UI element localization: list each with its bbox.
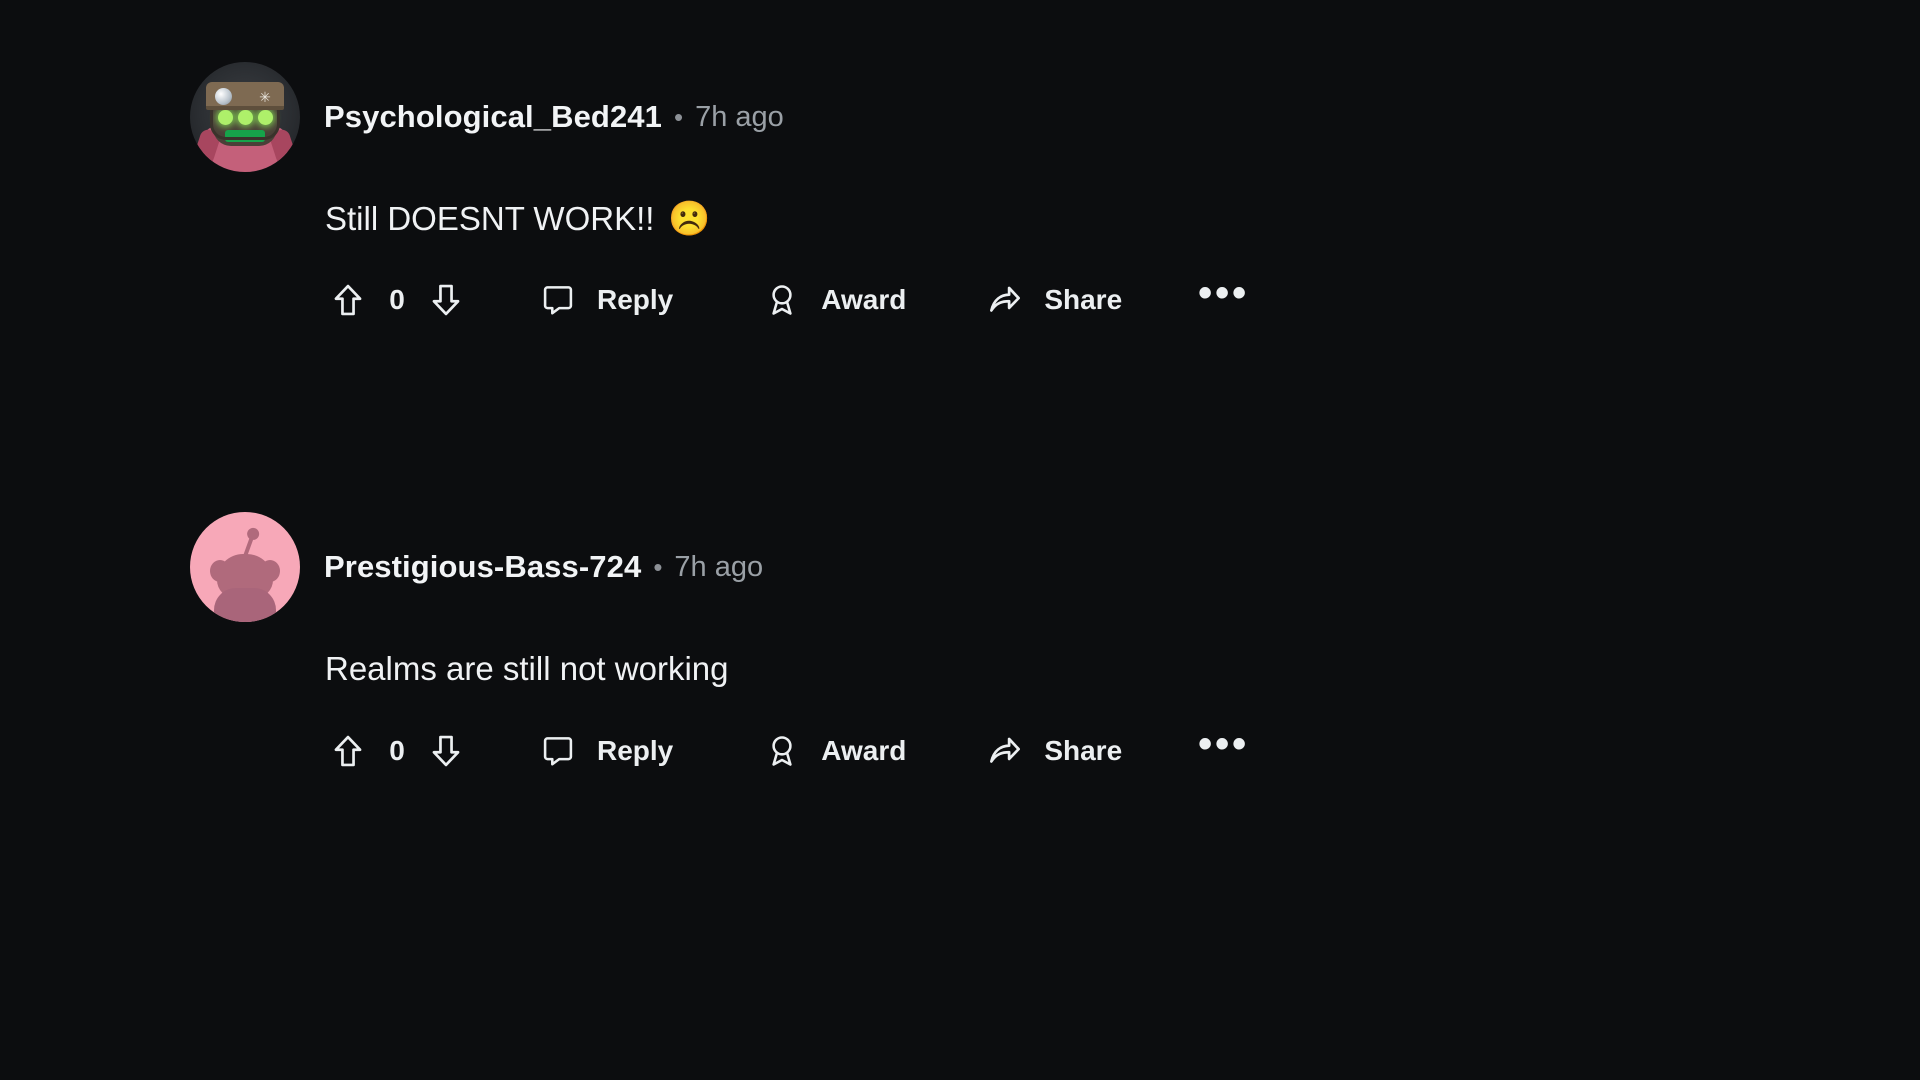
comment-body: Realms are still not working <box>325 648 1860 689</box>
comment-meta: Prestigious-Bass-724 • 7h ago <box>324 549 763 585</box>
comment-item: ✳ Psychological_Bed241 • 7h ago Still DO… <box>0 62 1920 327</box>
vote-group: 0 <box>325 277 469 323</box>
comment-bubble-icon <box>535 277 581 323</box>
avatar[interactable]: ✳ <box>190 62 300 172</box>
upvote-arrow-icon[interactable] <box>325 277 371 323</box>
share-button[interactable]: Share <box>982 724 1122 778</box>
award-rosette-icon <box>759 277 805 323</box>
reply-label: Reply <box>597 284 674 316</box>
comment-meta: Psychological_Bed241 • 7h ago <box>324 99 784 135</box>
comment-thread: ✳ Psychological_Bed241 • 7h ago Still DO… <box>0 0 1920 1080</box>
comment-body: Still DOESNT WORK!! ☹️ <box>325 198 1860 239</box>
more-options-button[interactable]: ••• <box>1198 273 1249 327</box>
avatar[interactable] <box>190 512 300 623</box>
share-button[interactable]: Share <box>982 273 1122 327</box>
downvote-arrow-icon[interactable] <box>423 728 469 774</box>
comment-actions: 0 Reply Award Share ••• <box>325 273 1860 327</box>
avatar-helmet-strap <box>210 106 280 140</box>
share-arrow-icon <box>982 277 1028 323</box>
vote-group: 0 <box>325 728 469 774</box>
more-options-button[interactable]: ••• <box>1198 724 1249 778</box>
comment-timestamp[interactable]: 7h ago <box>695 101 784 134</box>
reply-button[interactable]: Reply <box>535 724 673 778</box>
downvote-arrow-icon[interactable] <box>423 277 469 323</box>
award-button[interactable]: Award <box>759 273 906 327</box>
reply-label: Reply <box>597 734 674 766</box>
avatar-helmet-badge-icon: ✳ <box>259 89 271 105</box>
comment-header: ✳ Psychological_Bed241 • 7h ago <box>190 62 1860 172</box>
award-label: Award <box>821 284 907 316</box>
comment-text: Realms are still not working <box>325 650 729 688</box>
comment-timestamp[interactable]: 7h ago <box>674 551 763 584</box>
award-label: Award <box>821 734 907 766</box>
comment-item: Prestigious-Bass-724 • 7h ago Realms are… <box>0 512 1920 777</box>
vote-count: 0 <box>389 734 405 766</box>
avatar-helmet: ✳ <box>206 82 284 110</box>
overflow-menu-icon: ••• <box>1198 271 1250 316</box>
username-link[interactable]: Prestigious-Bass-724 <box>324 549 641 585</box>
overflow-menu-icon: ••• <box>1198 721 1250 766</box>
comment-text: Still DOESNT WORK!! <box>325 200 655 237</box>
comment-bubble-icon <box>535 728 581 774</box>
share-arrow-icon <box>982 728 1028 774</box>
comment-header: Prestigious-Bass-724 • 7h ago <box>190 512 1860 623</box>
upvote-arrow-icon[interactable] <box>325 728 371 774</box>
username-link[interactable]: Psychological_Bed241 <box>324 99 662 135</box>
share-label: Share <box>1044 284 1123 316</box>
frowning-face-emoji: ☹️ <box>668 199 711 238</box>
award-button[interactable]: Award <box>759 724 906 778</box>
meta-separator: • <box>653 552 663 583</box>
avatar-helmet-lamp-icon <box>215 88 232 105</box>
avatar-body-shape <box>214 588 276 623</box>
reply-button[interactable]: Reply <box>535 273 673 327</box>
meta-separator: • <box>674 102 684 132</box>
share-label: Share <box>1044 734 1123 766</box>
vote-count: 0 <box>389 284 405 316</box>
award-rosette-icon <box>759 728 805 774</box>
comment-actions: 0 Reply Award Share ••• <box>325 724 1860 778</box>
